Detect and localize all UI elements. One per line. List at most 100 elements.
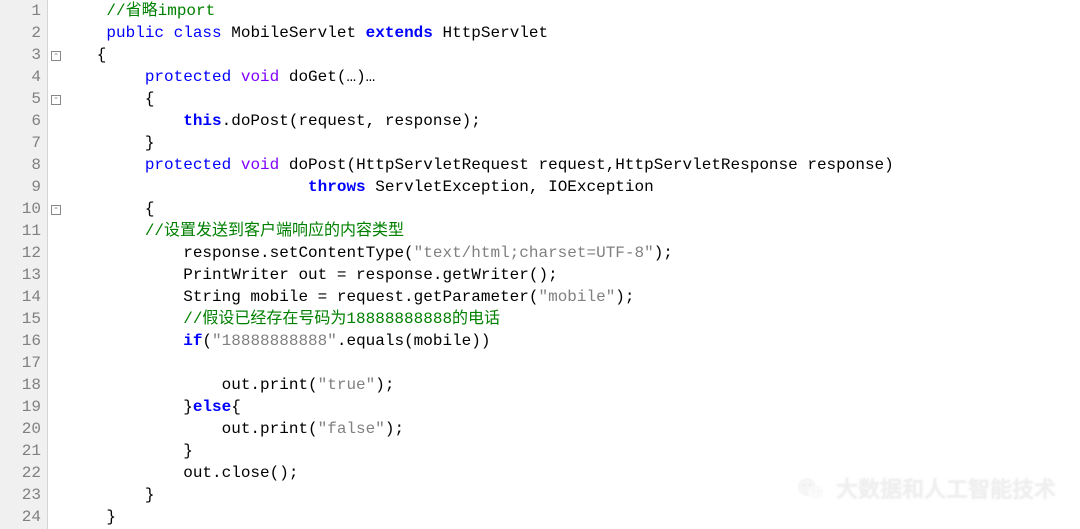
line-number: 1: [0, 0, 41, 22]
code-line: response.setContentType("text/html;chars…: [68, 242, 894, 264]
code-token: "text/html;charset=UTF-8": [414, 244, 654, 262]
code-token: "mobile": [538, 288, 615, 306]
code-token: }: [68, 398, 193, 416]
code-token: [68, 24, 106, 42]
line-number: 17: [0, 352, 41, 374]
line-number: 3: [0, 44, 41, 66]
code-token: [164, 24, 174, 42]
code-line: protected void doPost(HttpServletRequest…: [68, 154, 894, 176]
fold-slot: -: [48, 44, 64, 66]
code-token: "true": [318, 376, 376, 394]
code-token: [68, 310, 183, 328]
code-token: "false": [318, 420, 385, 438]
code-token: HttpServlet: [433, 24, 548, 42]
code-token: .equals(mobile)): [337, 332, 491, 350]
line-number: 9: [0, 176, 41, 198]
code-token: {: [231, 398, 241, 416]
code-token: throws: [308, 178, 366, 196]
line-number: 7: [0, 132, 41, 154]
fold-slot: [48, 264, 64, 286]
code-line: if("18888888888".equals(mobile)): [68, 330, 894, 352]
code-line: PrintWriter out = response.getWriter();: [68, 264, 894, 286]
fold-slot: [48, 154, 64, 176]
code-token: this: [183, 112, 221, 130]
code-token: [68, 222, 145, 240]
code-token: protected: [145, 156, 231, 174]
code-area: //省略import public class MobileServlet ex…: [64, 0, 894, 529]
code-token: doGet(…)…: [279, 68, 375, 86]
code-line: [68, 352, 894, 374]
fold-slot: [48, 110, 64, 132]
code-line: protected void doGet(…)…: [68, 66, 894, 88]
line-number: 15: [0, 308, 41, 330]
code-token: //设置发送到客户端响应的内容类型: [145, 222, 404, 240]
fold-slot: [48, 484, 64, 506]
fold-marker-icon[interactable]: -: [51, 51, 61, 61]
code-token: response.setContentType(: [68, 244, 414, 262]
code-token: "18888888888": [212, 332, 337, 350]
code-token: }: [68, 486, 154, 504]
code-line: }: [68, 506, 894, 528]
fold-slot: [48, 286, 64, 308]
code-token: {: [68, 46, 106, 64]
code-token: else: [193, 398, 231, 416]
code-line: {: [68, 44, 894, 66]
code-line: }: [68, 484, 894, 506]
code-token: [68, 178, 308, 196]
code-token: {: [68, 200, 154, 218]
code-line: out.print("true");: [68, 374, 894, 396]
line-number: 6: [0, 110, 41, 132]
code-token: }: [68, 508, 116, 526]
fold-slot: [48, 66, 64, 88]
line-number: 11: [0, 220, 41, 242]
code-line: {: [68, 88, 894, 110]
line-number: 23: [0, 484, 41, 506]
code-line: }else{: [68, 396, 894, 418]
code-token: );: [385, 420, 404, 438]
fold-slot: [48, 176, 64, 198]
code-editor: 123456789101112131415161718192021222324 …: [0, 0, 1080, 529]
code-token: protected: [145, 68, 231, 86]
line-number: 16: [0, 330, 41, 352]
code-token: );: [615, 288, 634, 306]
line-number: 21: [0, 440, 41, 462]
line-number: 2: [0, 22, 41, 44]
line-number: 4: [0, 66, 41, 88]
code-token: [231, 156, 241, 174]
code-line: throws ServletException, IOException: [68, 176, 894, 198]
code-token: {: [68, 90, 154, 108]
fold-slot: [48, 506, 64, 528]
code-token: if: [183, 332, 202, 350]
code-token: //省略import: [106, 2, 215, 20]
code-line: this.doPost(request, response);: [68, 110, 894, 132]
fold-slot: [48, 220, 64, 242]
fold-slot: [48, 352, 64, 374]
code-token: [68, 2, 106, 20]
fold-slot: [48, 330, 64, 352]
code-token: void: [241, 68, 279, 86]
code-token: );: [654, 244, 673, 262]
fold-marker-icon[interactable]: -: [51, 95, 61, 105]
code-token: //假设已经存在号码为18888888888的电话: [183, 310, 500, 328]
code-token: [68, 112, 183, 130]
line-number: 22: [0, 462, 41, 484]
fold-slot: -: [48, 198, 64, 220]
line-number-gutter: 123456789101112131415161718192021222324: [0, 0, 48, 529]
line-number: 14: [0, 286, 41, 308]
fold-slot: [48, 440, 64, 462]
code-token: out.close();: [68, 464, 298, 482]
code-line: public class MobileServlet extends HttpS…: [68, 22, 894, 44]
code-token: doPost(HttpServletRequest request,HttpSe…: [279, 156, 894, 174]
code-token: ServletException, IOException: [366, 178, 654, 196]
code-line: //假设已经存在号码为18888888888的电话: [68, 308, 894, 330]
code-line: }: [68, 440, 894, 462]
line-number: 24: [0, 506, 41, 528]
fold-slot: [48, 396, 64, 418]
code-token: }: [68, 134, 154, 152]
fold-marker-icon[interactable]: -: [51, 205, 61, 215]
code-token: extends: [366, 24, 433, 42]
line-number: 10: [0, 198, 41, 220]
code-token: [68, 156, 145, 174]
fold-slot: [48, 132, 64, 154]
fold-slot: [48, 308, 64, 330]
